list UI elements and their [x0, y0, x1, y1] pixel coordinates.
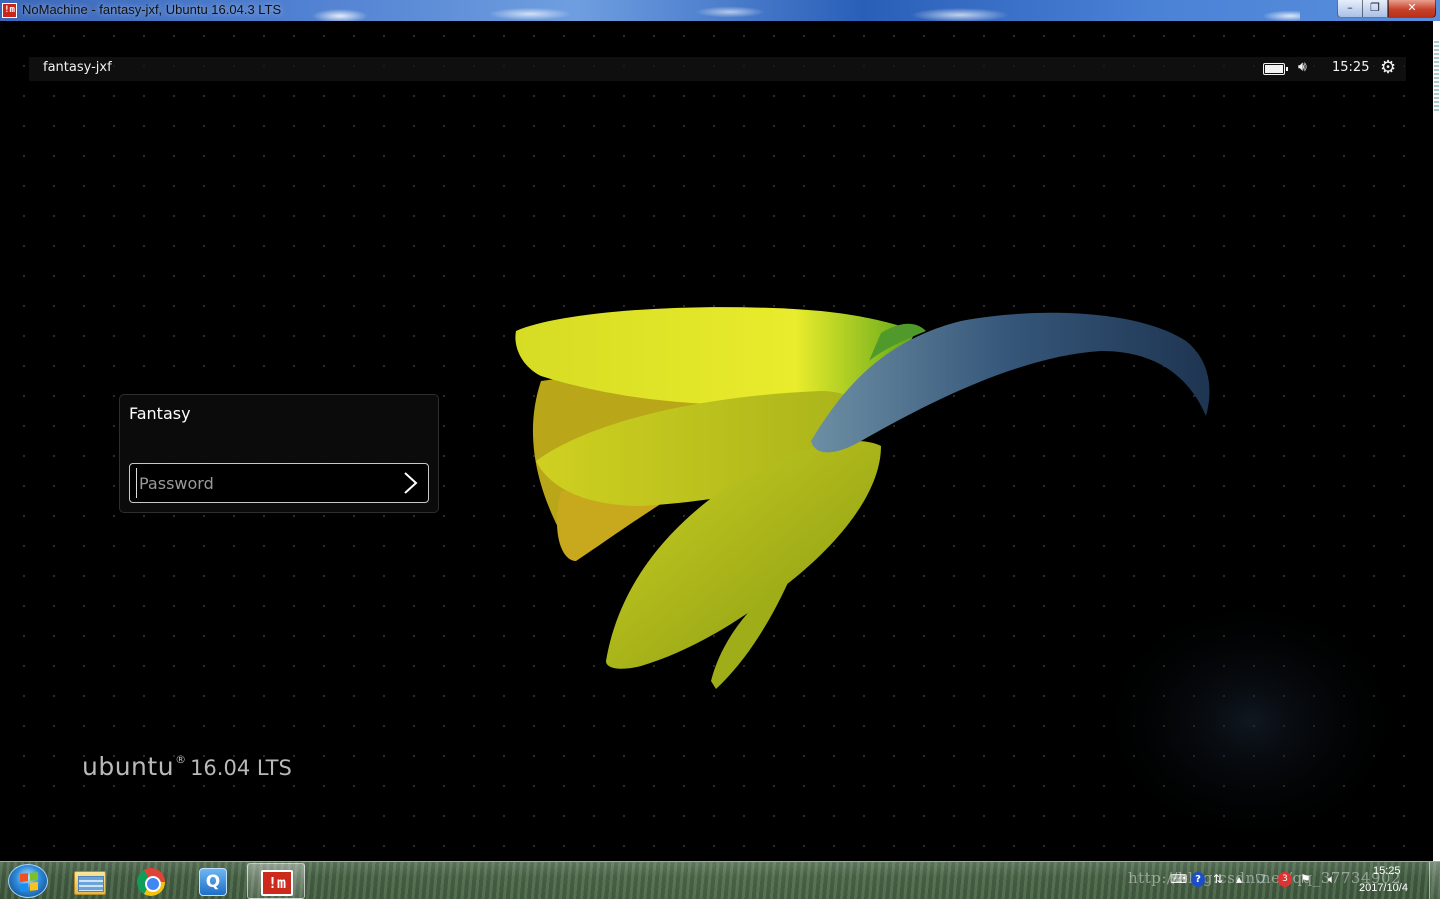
close-button[interactable]: ✕: [1388, 0, 1436, 18]
start-button[interactable]: [8, 864, 48, 898]
remote-desktop[interactable]: fantasy-jxf 🔊︎ 15:25 ⚙ Fantasy ubuntu® 16…: [1, 21, 1433, 861]
ubuntu-logo: ubuntu® 16.04 LTS: [82, 752, 292, 781]
submit-arrow-icon[interactable]: [400, 471, 420, 495]
ubuntu-brand: ubuntu: [82, 752, 175, 781]
window-right-edge: [1433, 21, 1440, 861]
help-icon[interactable]: ?: [1191, 872, 1205, 887]
nomachine-icon: !m: [261, 870, 293, 896]
windows-logo-icon: [20, 872, 38, 892]
shield-icon[interactable]: ⛉: [1256, 872, 1265, 887]
window-title-bar[interactable]: !m NoMachine - fantasy-jxf, Ubuntu 16.04…: [0, 0, 1440, 21]
volume-icon[interactable]: 🔊︎: [1298, 59, 1320, 75]
password-field[interactable]: [129, 463, 429, 503]
login-box: Fantasy: [119, 394, 439, 513]
show-desktop-button[interactable]: [1429, 862, 1440, 899]
chrome-icon: [137, 868, 165, 896]
minimize-button[interactable]: –: [1337, 0, 1363, 18]
qq-icon: Q: [199, 868, 227, 896]
nomachine-app-icon[interactable]: !m: [2, 3, 17, 18]
gear-icon[interactable]: ⚙: [1380, 57, 1396, 78]
window-title: NoMachine - fantasy-jxf, Ubuntu 16.04.3 …: [22, 2, 282, 17]
security-badge-icon[interactable]: 3: [1278, 872, 1292, 887]
registered-mark: ®: [175, 753, 187, 766]
hostname-label: fantasy-jxf: [43, 60, 112, 75]
taskbar-chrome-button[interactable]: [122, 863, 180, 899]
maximize-button[interactable]: ❐: [1362, 0, 1388, 18]
panel-clock[interactable]: 15:25: [1332, 60, 1369, 75]
system-tray: http://blog.csdn.net/qq_37734902 ⌨ ? ⇅ ▴…: [1128, 862, 1440, 899]
ubuntu-version: 16.04 LTS: [190, 756, 292, 780]
show-hidden-icons-icon[interactable]: ▴: [1236, 872, 1242, 887]
keyboard-icon[interactable]: ⌨: [1170, 872, 1187, 887]
tray-date[interactable]: 2017/10/4: [1359, 882, 1408, 894]
battery-icon[interactable]: [1263, 63, 1288, 75]
title-bar-background: [300, 0, 1300, 21]
password-input[interactable]: [136, 468, 386, 498]
folder-icon: [74, 871, 106, 895]
network-icon[interactable]: ⇅: [1213, 872, 1223, 887]
taskbar-nomachine-button[interactable]: !m: [247, 863, 305, 899]
speaker-icon[interactable]: 🔈︎: [1328, 872, 1335, 887]
username-label[interactable]: Fantasy: [129, 404, 191, 423]
taskbar-qq-button[interactable]: Q: [183, 863, 241, 899]
ubuntu-top-panel: fantasy-jxf 🔊︎ 15:25 ⚙: [29, 57, 1406, 81]
scroll-indicator[interactable]: [1434, 41, 1439, 111]
taskbar-explorer-button[interactable]: [60, 863, 118, 899]
windows-taskbar: Q !m http://blog.csdn.net/qq_37734902 ⌨ …: [0, 861, 1440, 899]
tray-time[interactable]: 15:25: [1373, 865, 1401, 877]
action-center-flag-icon[interactable]: ⚑: [1300, 872, 1311, 887]
